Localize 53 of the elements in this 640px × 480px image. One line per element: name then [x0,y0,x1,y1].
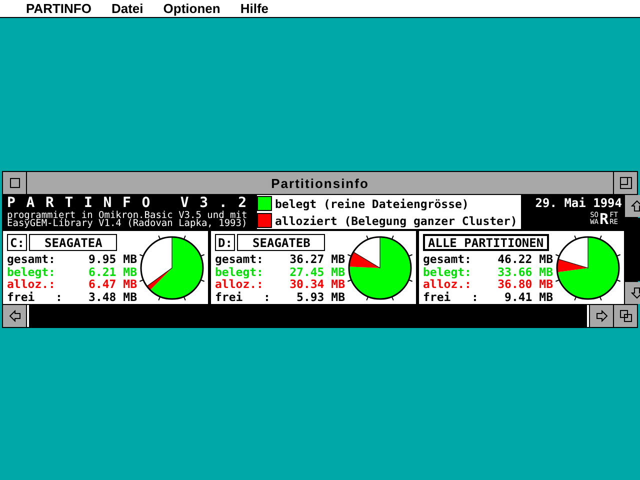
stat-label: alloz.: [215,278,264,290]
scroll-right-button[interactable] [590,305,613,327]
date-text: 29. Mai 1994 [535,195,622,212]
up-arrow-icon [630,200,640,212]
down-arrow-icon [630,287,640,299]
fullsize-button[interactable] [614,172,637,194]
stat-label: alloz.: [7,278,56,290]
partition-name: ALLE PARTITIONEN [423,234,549,251]
resize-icon [620,310,632,322]
menu-item[interactable]: Datei [109,1,146,16]
stat-value: 6.47 MB [88,278,137,290]
stat-label: frei : [423,290,478,303]
stat-value: 9.41 MB [504,290,553,303]
close-button[interactable] [3,172,26,194]
stat-label: gesamt: [7,253,56,266]
stat-value: 33.66 MB [498,266,553,278]
stat-label: gesamt: [215,253,264,266]
stat-value: 9.95 MB [88,253,137,266]
stat-value: 5.93 MB [296,290,345,303]
credit-line: EasyGEM-Library V1.4 (Radovan Lapka, 1993) [7,220,248,228]
credit-line: programmiert in Omikron.Basic V3.5 und mit [7,212,248,220]
stat-label: belegt: [423,266,472,278]
right-arrow-icon [596,310,608,322]
legend-label: alloziert (Belegung ganzer Cluster) [275,214,518,228]
window-title[interactable]: Partitionsinfo [27,172,613,194]
stat-value: 46.22 MB [498,253,553,266]
partition-name: SEAGATEA [29,234,118,251]
stat-value: 36.27 MB [290,253,345,266]
left-arrow-icon [8,310,20,322]
stat-value: 36.80 MB [498,278,553,290]
stat-label: frei : [7,290,62,303]
drive-letter: C: [7,234,28,251]
logo-letter: R [600,212,609,226]
drive-letter: D: [215,234,236,251]
stat-value: 6.21 MB [88,266,137,278]
menu-item[interactable]: Optionen [161,1,222,16]
stat-value: 3.48 MB [88,290,137,303]
stat-value: 27.45 MB [290,266,345,278]
menu-item[interactable]: PARTINFO [24,1,94,16]
close-icon [10,178,20,188]
stat-label: belegt: [215,266,264,278]
fullsize-icon [620,177,632,189]
stat-label: alloz.: [423,278,472,290]
scroll-left-button[interactable] [3,305,26,327]
stat-value: 30.34 MB [290,278,345,290]
partition-name: SEAGATEB [237,234,326,251]
resize-handle[interactable] [614,305,637,327]
app-title: P A R T I N F O V 3 . 2 [7,195,249,211]
stat-label: gesamt: [423,253,472,266]
menu-item[interactable]: Hilfe [238,1,270,16]
stat-label: frei : [215,290,270,303]
legend-label: belegt (reine Dateiengrösse) [275,196,469,210]
stat-label: belegt: [7,266,56,278]
